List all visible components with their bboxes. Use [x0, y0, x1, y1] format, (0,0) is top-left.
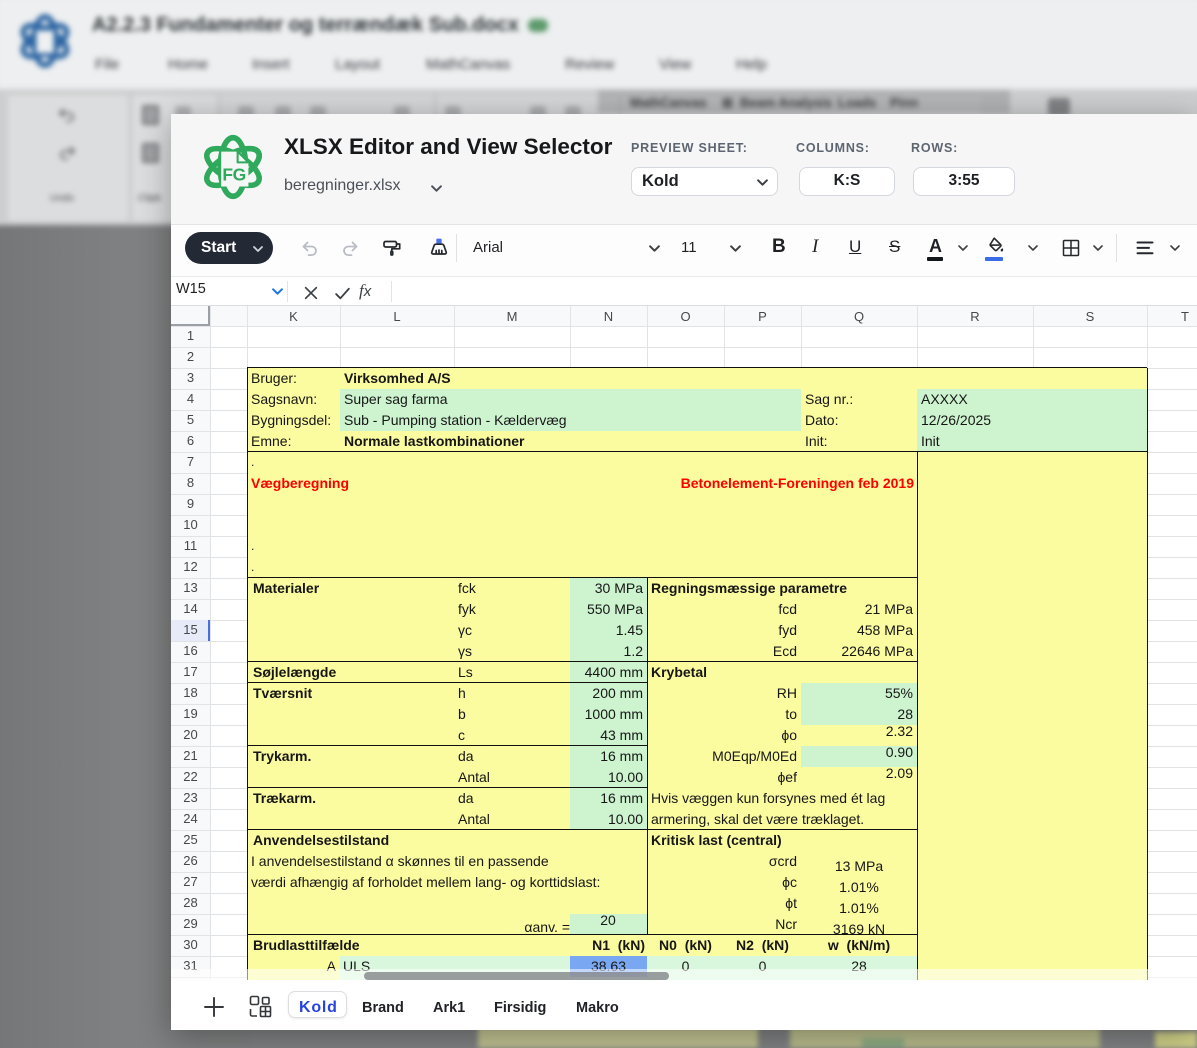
svg-text:FG: FG [222, 164, 245, 184]
